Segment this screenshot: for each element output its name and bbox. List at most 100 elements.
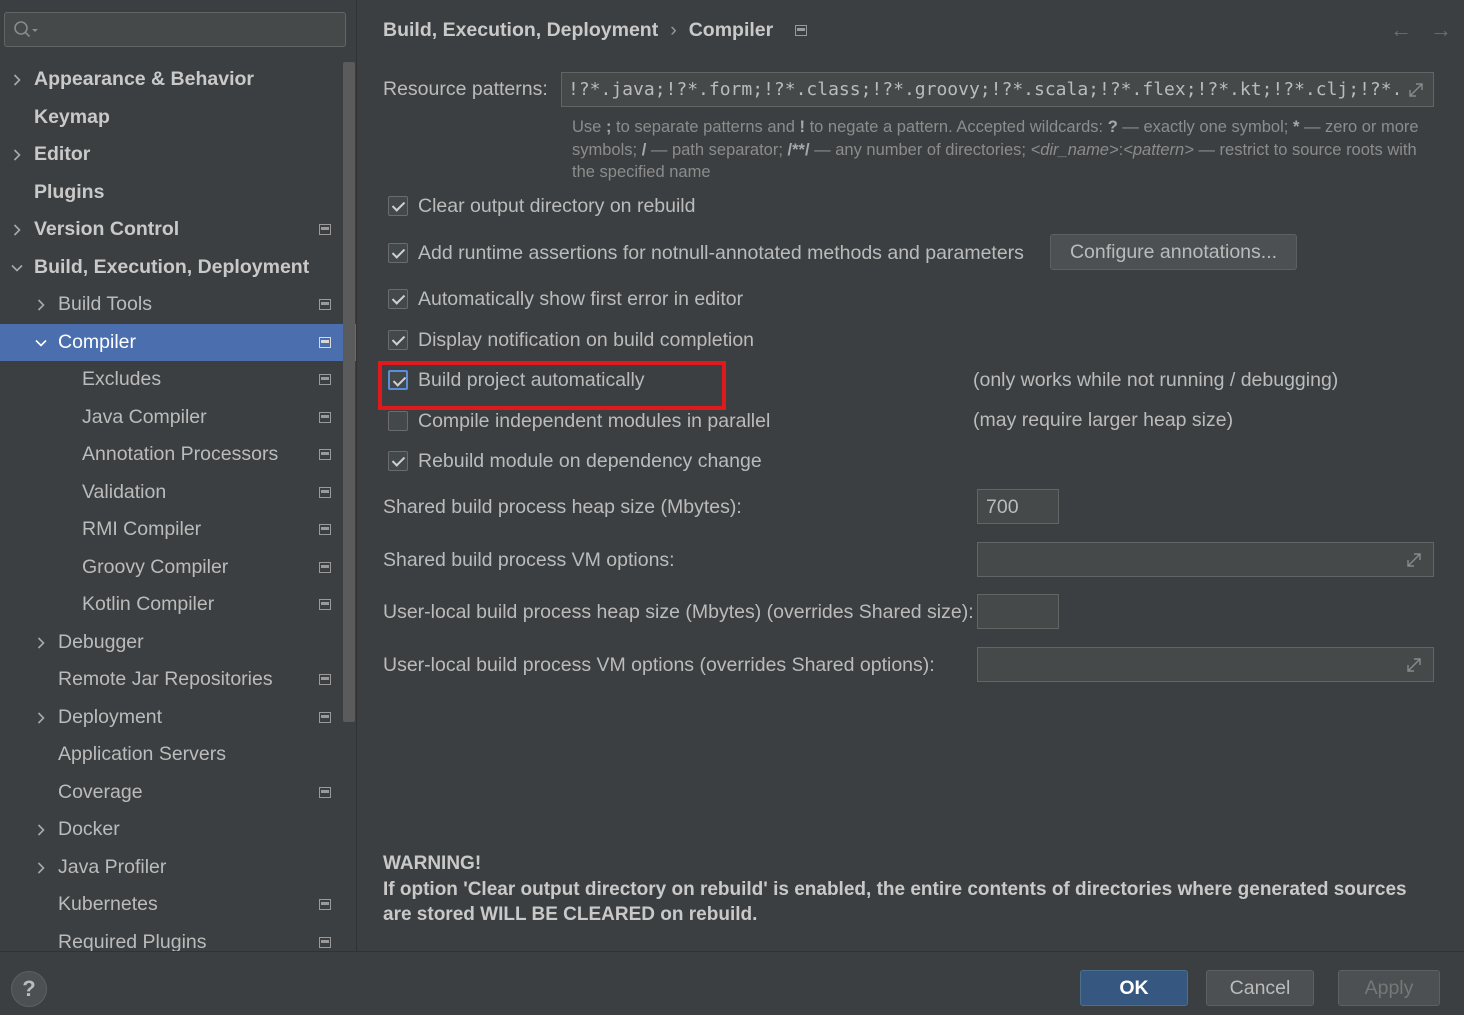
rebuild-module-checkbox[interactable] [388, 451, 408, 471]
sidebar-item-label: Plugins [34, 180, 105, 203]
arrow-left-icon[interactable]: ← [1389, 17, 1413, 43]
chevron-right-icon[interactable] [34, 861, 48, 875]
shared-vm-field[interactable] [977, 542, 1434, 577]
sidebar-item-label: Appearance & Behavior [34, 68, 254, 90]
sidebar-item-label: Version Control [34, 218, 180, 240]
runtime-assertions-label: Add runtime assertions for notnull-annot… [418, 241, 1024, 264]
runtime-assertions-checkbox[interactable] [388, 243, 408, 263]
dialog-footer: ? OK Cancel Apply [0, 951, 1468, 1015]
sidebar-item-label: Keymap [34, 105, 110, 128]
chevron-down-icon[interactable] [34, 336, 48, 350]
project-scope-icon [319, 411, 331, 423]
sidebar-item-coverage[interactable]: Coverage [0, 774, 356, 811]
expand-icon[interactable] [1407, 81, 1425, 99]
project-scope-icon [319, 224, 331, 235]
compile-parallel-option[interactable]: Compile independent modules in parallel [388, 408, 770, 434]
project-scope-icon [319, 561, 331, 573]
warning-title: WARNING! [383, 853, 482, 874]
breadcrumb-separator: › [670, 19, 677, 41]
show-first-error-option[interactable]: Automatically show first error in editor [388, 286, 743, 312]
sidebar-item-application-servers[interactable]: Application Servers [0, 736, 356, 773]
warning-body: If option 'Clear output directory on reb… [383, 878, 1407, 926]
project-scope-icon [319, 786, 331, 798]
sidebar-item-editor[interactable]: Editor [0, 136, 356, 173]
chevron-right-icon[interactable] [10, 223, 24, 237]
clear-output-checkbox[interactable] [388, 196, 408, 216]
resource-patterns-field[interactable]: !?*.java;!?*.form;!?*.class;!?*.groovy;!… [561, 72, 1434, 107]
cancel-button[interactable]: Cancel [1206, 970, 1314, 1006]
chevron-right-icon[interactable] [10, 73, 24, 87]
chevron-right-icon[interactable] [34, 823, 48, 837]
sidebar-scrollbar[interactable] [343, 62, 355, 722]
chevron-right-icon[interactable] [34, 711, 48, 725]
sidebar-item-label: Excludes [82, 368, 162, 390]
build-automatically-note: (only works while not running / debuggin… [973, 369, 1339, 391]
chevron-right-icon[interactable] [34, 636, 48, 650]
sidebar-item-validation[interactable]: Validation [0, 474, 356, 511]
sidebar-item-compiler[interactable]: Compiler [0, 323, 356, 361]
sidebar-item-remote-jar-repositories[interactable]: Remote Jar Repositories [0, 661, 356, 698]
sidebar-item-rmi-compiler[interactable]: RMI Compiler [0, 511, 356, 548]
display-notification-option[interactable]: Display notification on build completion [388, 327, 754, 353]
clear-output-option[interactable]: Clear output directory on rebuild [388, 193, 696, 219]
user-heap-label: User-local build process heap size (Mbyt… [383, 601, 974, 623]
chevron-right-icon[interactable] [10, 148, 24, 162]
compile-parallel-checkbox[interactable] [388, 411, 408, 431]
chevron-right-icon[interactable] [34, 298, 48, 312]
user-heap-field[interactable] [977, 594, 1059, 629]
sidebar-item-label: Coverage [58, 780, 143, 803]
sidebar-item-plugins[interactable]: Plugins [0, 174, 356, 211]
sidebar-item-label: Java Profiler [58, 855, 167, 878]
sidebar-item-java-profiler[interactable]: Java Profiler [0, 849, 356, 886]
clear-output-label: Clear output directory on rebuild [418, 194, 696, 217]
rebuild-module-option[interactable]: Rebuild module on dependency change [388, 448, 762, 474]
sidebar-item-excludes[interactable]: Excludes [0, 361, 356, 398]
sidebar-item-docker[interactable]: Docker [0, 811, 356, 848]
expand-icon[interactable] [1405, 551, 1423, 569]
sidebar-item-build-execution-deployment[interactable]: Build, Execution, Deployment [0, 249, 356, 286]
sidebar-item-label: Deployment [58, 705, 163, 728]
breadcrumb-parent[interactable]: Build, Execution, Deployment [383, 19, 658, 42]
warning-message: WARNING! If option 'Clear output directo… [383, 851, 1423, 928]
sidebar-item-groovy-compiler[interactable]: Groovy Compiler [0, 549, 356, 586]
sidebar-item-appearance-behavior[interactable]: Appearance & Behavior [0, 61, 356, 98]
display-notification-checkbox[interactable] [388, 330, 408, 350]
project-scope-icon [795, 25, 808, 36]
sidebar-item-label: Kubernetes [58, 893, 158, 915]
sidebar-item-label: Java Compiler [82, 405, 207, 428]
sidebar-item-build-tools[interactable]: Build Tools [0, 286, 356, 323]
chevron-down-icon[interactable] [10, 261, 24, 275]
resource-patterns-value: !?*.java;!?*.form;!?*.class;!?*.groovy;!… [568, 79, 1398, 100]
breadcrumb-current: Compiler [688, 19, 774, 41]
resource-patterns-label: Resource patterns: [383, 78, 548, 100]
sidebar-item-kubernetes[interactable]: Kubernetes [0, 886, 356, 923]
expand-icon[interactable] [1405, 656, 1423, 674]
settings-sidebar: Appearance & Behavior Keymap Editor Plugins… [0, 0, 357, 951]
sidebar-item-debugger[interactable]: Debugger [0, 624, 356, 661]
sidebar-item-kotlin-compiler[interactable]: Kotlin Compiler [0, 586, 356, 623]
compile-parallel-note: (may require larger heap size) [973, 409, 1234, 431]
sidebar-item-required-plugins[interactable]: Required Plugins [0, 924, 356, 951]
sidebar-item-keymap[interactable]: Keymap [0, 99, 356, 136]
ok-button[interactable]: OK [1080, 970, 1188, 1006]
sidebar-item-version-control[interactable]: Version Control [0, 211, 356, 248]
configure-annotations-button[interactable]: Configure annotations... [1050, 234, 1297, 270]
breadcrumb: Build, Execution, Deployment › Compiler [383, 19, 808, 42]
project-scope-icon [319, 711, 331, 723]
help-button[interactable]: ? [11, 971, 47, 1007]
shared-heap-field[interactable]: 700 [977, 489, 1059, 524]
sidebar-item-deployment[interactable]: Deployment [0, 699, 356, 736]
project-scope-icon [319, 449, 331, 460]
window-edge [0, 1015, 1468, 1023]
search-icon [14, 21, 38, 38]
project-scope-icon [319, 599, 331, 610]
user-vm-field[interactable] [977, 647, 1434, 682]
sidebar-item-annotation-processors[interactable]: Annotation Processors [0, 436, 356, 473]
sidebar-item-java-compiler[interactable]: Java Compiler [0, 399, 356, 436]
compile-parallel-label: Compile independent modules in parallel [418, 409, 771, 432]
search-input[interactable] [4, 12, 346, 47]
show-first-error-checkbox[interactable] [388, 289, 408, 309]
runtime-assertions-option[interactable]: Add runtime assertions for notnull-annot… [388, 240, 1024, 266]
apply-button[interactable]: Apply [1338, 970, 1440, 1006]
arrow-right-icon[interactable]: → [1429, 17, 1453, 43]
